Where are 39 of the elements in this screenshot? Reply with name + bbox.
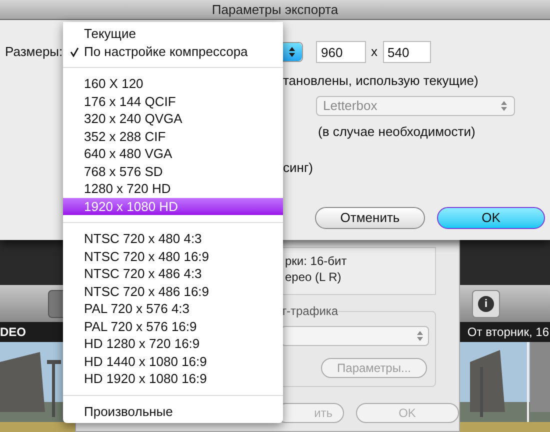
menu-item[interactable]: 1920 x 1080 HD — [63, 198, 283, 215]
menu-item[interactable]: HD 1440 x 1080 16:9 — [63, 352, 283, 370]
menu-item[interactable]: 352 x 288 CIF — [63, 128, 283, 145]
menu-item[interactable]: 1280 x 720 HD — [63, 180, 283, 198]
date-label: От вторник, 16 — [467, 324, 550, 341]
width-field[interactable]: 960 — [316, 41, 366, 63]
menu-item[interactable]: HD 1280 x 720 16:9 — [63, 335, 283, 352]
ok-button[interactable]: OK — [437, 206, 545, 228]
section-label: DEO — [0, 324, 26, 341]
menu-item[interactable]: 176 x 144 QCIF — [63, 92, 283, 110]
menu-item[interactable]: PAL 720 x 576 16:9 — [63, 318, 283, 335]
menu-item[interactable]: PAL 720 x 576 4:3 — [63, 300, 283, 318]
height-field[interactable]: 540 — [382, 41, 430, 63]
stepper-arrows-icon — [500, 100, 508, 112]
letterbox-note: (в случае необходимости) — [318, 122, 476, 141]
menu-item[interactable]: NTSC 720 x 486 4:3 — [63, 265, 283, 282]
audio-info-text: ерео (L R) — [285, 269, 342, 285]
stepper-arrows-icon — [288, 46, 296, 58]
times-sign: x — [371, 43, 378, 62]
menu-item[interactable]: HD 1920 x 1080 16:9 — [63, 370, 283, 388]
menu-item[interactable]: 160 X 120 — [63, 75, 283, 92]
menu-item[interactable]: NTSC 720 x 486 16:9 — [63, 282, 283, 300]
menu-item[interactable]: По настройке компрессора — [63, 42, 283, 60]
window-title: Параметры экспорта — [212, 0, 338, 19]
menu-item[interactable]: Текущие — [63, 25, 283, 42]
size-label: Размеры: — [5, 43, 64, 62]
option-label: синг) — [283, 159, 314, 177]
audio-info-text: рки: 16-бит — [285, 253, 348, 269]
popup-button[interactable] — [281, 326, 429, 346]
menu-item[interactable]: 768 x 576 SD — [63, 162, 283, 180]
menu-item[interactable]: NTSC 720 x 480 16:9 — [63, 248, 283, 265]
stepper-arrows-icon — [416, 330, 424, 342]
checkmark-icon — [70, 46, 79, 56]
info-button[interactable]: i — [472, 290, 500, 318]
size-note: тановлены, использую текущие) — [283, 72, 480, 90]
menu-item[interactable]: 320 x 240 QVGA — [63, 110, 283, 128]
menu-item[interactable]: NTSC 720 x 480 4:3 — [63, 230, 283, 248]
menu-item[interactable]: 640 x 480 VGA — [63, 145, 283, 162]
cancel-button[interactable]: Отменить — [315, 206, 425, 228]
